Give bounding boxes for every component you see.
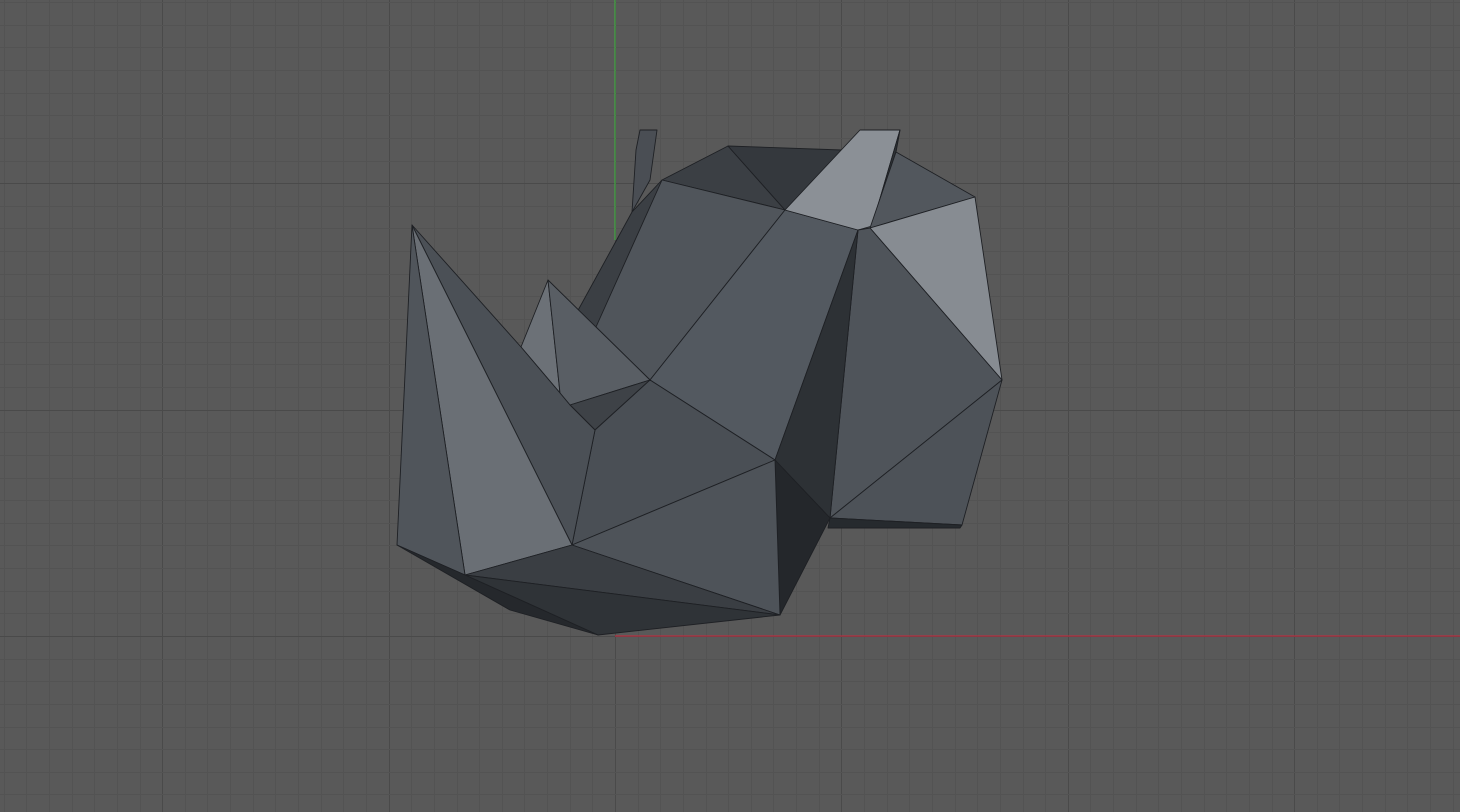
viewport-canvas[interactable] xyxy=(0,0,1460,812)
rhino-head-mesh[interactable] xyxy=(396,129,1003,636)
3d-viewport[interactable] xyxy=(0,0,1460,812)
